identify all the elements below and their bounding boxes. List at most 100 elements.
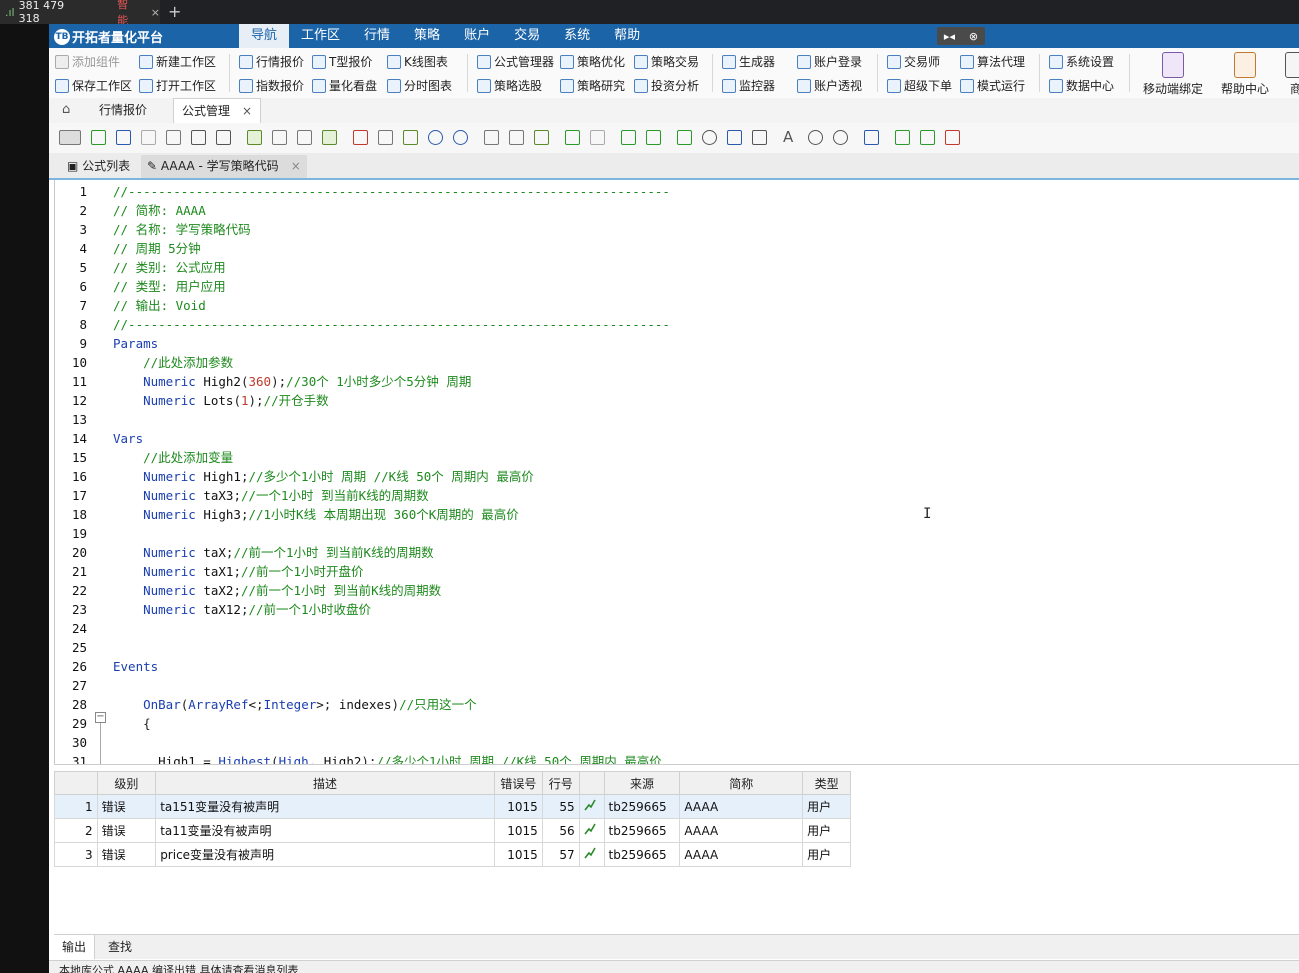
data-center-button[interactable]: 数据中心 xyxy=(1049,77,1114,94)
tab-output[interactable]: 输出 xyxy=(54,935,96,959)
quant-view-button[interactable]: 量化看盘 xyxy=(312,77,377,94)
properties-icon[interactable] xyxy=(590,130,605,145)
code-line[interactable]: Numeric taX;//前一个1小时 到当前K线的周期数 xyxy=(113,543,433,562)
code-editor[interactable]: 1 2 3 4 5 6 7 8 9 10 11 12 13 14 15 16 17 18 19 20 21 22 23 24 2… xyxy=(54,180,1299,764)
mode-run-button[interactable]: 模式运行 xyxy=(960,77,1025,94)
tab-formula-list[interactable]: ▣ 公式列表 xyxy=(61,155,136,178)
algo-agent-button[interactable]: 算法代理 xyxy=(960,53,1025,70)
replace-icon[interactable] xyxy=(727,130,742,145)
error-row[interactable]: 2 错误 ta11变量没有被声明 1015 56 tb259665 AAAA 用… xyxy=(54,818,851,843)
add-component-button[interactable]: 添加组件 xyxy=(55,53,120,70)
col-type[interactable]: 类型 xyxy=(802,771,851,795)
apply-icon[interactable] xyxy=(920,130,935,145)
outdent-icon[interactable] xyxy=(509,130,524,145)
tab-formula-management[interactable]: 公式管理 × xyxy=(173,98,262,124)
strategy-research-button[interactable]: 策略研究 xyxy=(560,77,625,94)
menu-strategy[interactable]: 策略 xyxy=(402,24,452,48)
quote-board-button[interactable]: 行情报价 xyxy=(239,53,304,70)
col-error-code[interactable]: 错误号 xyxy=(493,771,543,795)
save-workspace-button[interactable]: 保存工作区 xyxy=(55,77,132,94)
formula-manager-button[interactable]: 公式管理器 xyxy=(477,53,554,70)
trader-button[interactable]: 交易师 xyxy=(887,53,940,70)
code-line[interactable]: // 类别: 公式应用 xyxy=(113,258,226,277)
edit-icon[interactable] xyxy=(565,130,580,145)
home-icon[interactable]: ⌂ xyxy=(62,103,76,116)
code-line[interactable]: // 名称: 学写策略代码 xyxy=(113,220,251,239)
open-workspace-button[interactable]: 打开工作区 xyxy=(139,77,216,94)
system-settings-button[interactable]: 系统设置 xyxy=(1049,53,1114,70)
new-tab-button[interactable]: + xyxy=(168,2,181,21)
generator-button[interactable]: 生成器 xyxy=(722,53,775,70)
menu-navigation[interactable]: 导航 xyxy=(239,24,290,48)
code-line[interactable]: Numeric High3;//1小时K线 本周期出现 360个K周期的 最高价 xyxy=(113,505,519,524)
code-line[interactable]: Numeric taX12;//前一个1小时收盘价 xyxy=(113,600,371,619)
preview-icon[interactable] xyxy=(322,130,337,145)
font-icon[interactable]: A xyxy=(783,130,798,145)
code-line[interactable]: // 类型: 用户应用 xyxy=(113,277,226,296)
code-line[interactable]: // 输出: Void xyxy=(113,296,206,315)
col-short-name[interactable]: 简称 xyxy=(679,771,804,795)
remove-icon[interactable] xyxy=(945,130,960,145)
code-line[interactable]: Numeric taX3;//一个1小时 到当前K线的周期数 xyxy=(113,486,429,505)
timeshare-chart-button[interactable]: 分时图表 xyxy=(387,77,452,94)
tree-icon[interactable] xyxy=(272,130,287,145)
store-button[interactable]: 商 xyxy=(1285,52,1299,97)
layout-icon[interactable] xyxy=(247,130,262,145)
code-line[interactable]: Events xyxy=(113,657,158,676)
menu-workspace[interactable]: 工作区 xyxy=(289,24,352,48)
new-workspace-button[interactable]: 新建工作区 xyxy=(139,53,216,70)
code-line[interactable]: //此处添加参数 xyxy=(113,353,233,372)
comment-icon[interactable] xyxy=(534,130,549,145)
undo-icon[interactable] xyxy=(428,130,443,145)
tab-quotes[interactable]: 行情报价 xyxy=(99,98,147,123)
copy-icon[interactable] xyxy=(378,130,393,145)
menu-system[interactable]: 系统 xyxy=(552,24,602,48)
kline-chart-button[interactable]: K线图表 xyxy=(387,53,448,70)
add-strategy-icon[interactable] xyxy=(116,130,131,145)
code-line[interactable]: //--------------------------------------… xyxy=(113,182,670,201)
error-row[interactable]: 1 错误 ta151变量没有被声明 1015 55 tb259665 AAAA … xyxy=(54,794,851,819)
zoom-in-icon[interactable] xyxy=(808,130,823,145)
chart-icon[interactable] xyxy=(895,130,910,145)
code-line[interactable]: // 周期 5分钟 xyxy=(113,239,201,258)
code-line[interactable]: Numeric taX2;//前一个1小时 到当前K线的周期数 xyxy=(113,581,441,600)
save-all-icon[interactable] xyxy=(216,130,231,145)
tab-close-icon[interactable]: × xyxy=(242,104,252,118)
browser-tab-close-icon[interactable]: × xyxy=(151,6,160,19)
col-line[interactable]: 行号 xyxy=(541,771,580,795)
col-description[interactable]: 描述 xyxy=(155,771,495,795)
goto-line-icon[interactable] xyxy=(677,130,692,145)
zoom-out-icon[interactable] xyxy=(833,130,848,145)
save-icon[interactable] xyxy=(191,130,206,145)
code-line[interactable]: OnBar(ArrayRef<;Integer>; indexes)//只用这一… xyxy=(113,695,477,714)
menu-help[interactable]: 帮助 xyxy=(602,24,652,48)
code-line[interactable]: //--------------------------------------… xyxy=(113,315,670,334)
tab-close-icon[interactable]: × xyxy=(291,159,301,173)
code-line[interactable]: High1 = Highest(High, High2);//多少个1小时 周期… xyxy=(113,752,662,764)
code-line[interactable]: Numeric High1;//多少个1小时 周期 //K线 50个 周期内 最… xyxy=(113,467,534,486)
error-row[interactable]: 3 错误 price变量没有被声明 1015 57 tb259665 AAAA … xyxy=(54,842,851,867)
mobile-bind-button[interactable]: 移动端绑定 xyxy=(1143,52,1203,97)
code-line[interactable]: // 简称: AAAA xyxy=(113,201,206,220)
menu-quotes[interactable]: 行情 xyxy=(352,24,402,48)
invest-analysis-button[interactable]: 投资分析 xyxy=(634,77,699,94)
super-order-button[interactable]: 超级下单 xyxy=(887,77,952,94)
code-line[interactable]: Params xyxy=(113,334,158,353)
browser-tab[interactable]: .ıl 381 479 318 智能 × xyxy=(0,0,160,27)
fold-toggle-icon[interactable]: − xyxy=(95,712,106,723)
col-level[interactable]: 级别 xyxy=(96,771,157,795)
code-line[interactable]: { xyxy=(113,714,151,733)
code-line[interactable]: Numeric High2(360);//30个 1小时多少个5分钟 周期 xyxy=(113,372,471,391)
indent-icon[interactable] xyxy=(484,130,499,145)
cut-icon[interactable] xyxy=(353,130,368,145)
import-icon[interactable] xyxy=(166,130,181,145)
add-function-icon[interactable] xyxy=(91,130,106,145)
close-icon[interactable]: ⊗ xyxy=(969,30,978,43)
export-icon[interactable] xyxy=(646,130,661,145)
code-line[interactable]: Numeric Lots(1);//开仓手数 xyxy=(113,391,329,410)
strategy-trade-button[interactable]: 策略交易 xyxy=(634,53,699,70)
help-center-button[interactable]: 帮助中心 xyxy=(1221,52,1269,97)
find-in-files-icon[interactable] xyxy=(752,130,767,145)
outline-icon[interactable] xyxy=(297,130,312,145)
monitor-button[interactable]: 监控器 xyxy=(722,77,775,94)
